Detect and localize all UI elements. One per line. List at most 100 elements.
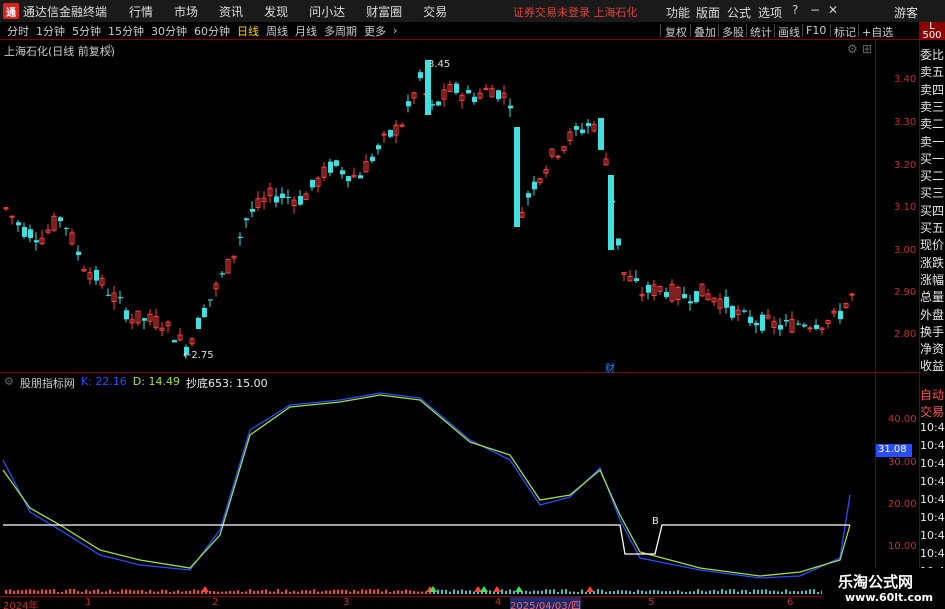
volume-bar — [429, 590, 431, 594]
volume-bar — [597, 589, 599, 594]
draw-line-button[interactable]: 画线 — [778, 24, 800, 40]
volume-bar — [229, 590, 231, 594]
d-line — [2, 394, 851, 577]
menu-options[interactable]: 选项 — [758, 4, 782, 21]
volume-bar — [145, 591, 147, 594]
toolbar-divider — [660, 24, 661, 37]
candle-body — [291, 199, 297, 206]
close-icon[interactable]: ✕ — [828, 3, 838, 17]
volume-bar — [293, 590, 295, 594]
date-tick: 1 — [85, 597, 92, 608]
menu-function[interactable]: 功能 — [666, 4, 690, 21]
volume-bar — [585, 591, 587, 594]
time-label: 10:41 — [920, 475, 945, 488]
chevron-right-icon[interactable]: › — [393, 24, 397, 37]
volume-bar — [57, 591, 59, 594]
volume-bar — [21, 590, 23, 594]
volume-bar — [193, 589, 195, 594]
menu-trade[interactable]: 交易 — [423, 3, 447, 20]
title-bar: 通 通达信金融终端 行情 市场 资讯 发现 问小达 财富圈 交易 — [0, 0, 945, 22]
toolbar-divider — [830, 24, 831, 37]
trade-label[interactable]: 自动 — [920, 386, 945, 403]
volume-bar — [177, 590, 179, 594]
stats-button[interactable]: 统计 — [750, 24, 772, 40]
toolbar-divider — [718, 24, 719, 37]
menu-market[interactable]: 市场 — [174, 3, 198, 20]
candle-body — [459, 94, 465, 101]
volume-bar — [717, 591, 719, 594]
user-label[interactable]: 游客 — [894, 4, 918, 21]
volume-bar — [249, 589, 251, 594]
candle-body — [351, 174, 357, 178]
menu-news[interactable]: 资讯 — [219, 3, 243, 20]
settings-icon[interactable]: ⚙ — [847, 42, 858, 56]
candle-body — [106, 294, 111, 296]
multi-stock-button[interactable]: 多股 — [722, 24, 744, 40]
candle-body — [3, 207, 9, 210]
period-tick[interactable]: 分时 — [7, 23, 29, 39]
volume-bar — [561, 589, 563, 594]
overlay-button[interactable]: 叠加 — [694, 24, 716, 40]
time-label: 10:42 — [920, 511, 945, 524]
quote-label: 现价 — [920, 238, 945, 253]
period-30min[interactable]: 30分钟 — [151, 23, 187, 39]
quote-label: 涨跌 — [920, 255, 945, 270]
volume-bar — [601, 589, 603, 594]
menu-formula[interactable]: 公式 — [727, 4, 751, 21]
zoom-icon[interactable]: ⊞ — [862, 42, 872, 56]
period-5min[interactable]: 5分钟 — [72, 23, 101, 39]
volume-bar — [369, 589, 371, 594]
volume-bar — [221, 591, 223, 594]
period-more[interactable]: 更多 — [364, 23, 386, 39]
candle-body — [598, 118, 604, 150]
f10-button[interactable]: F10 — [806, 24, 826, 37]
volume-bar — [813, 589, 815, 594]
menu-ask[interactable]: 问小达 — [309, 3, 345, 20]
indicator-settings-icon[interactable]: ⚙ — [4, 375, 14, 391]
candle-body — [454, 83, 459, 93]
volume-bar — [541, 590, 543, 594]
volume-bar — [609, 591, 611, 594]
mark-button[interactable]: 标记 — [834, 24, 856, 40]
volume-bar — [441, 589, 443, 594]
volume-bar — [693, 591, 695, 594]
time-label: 10:41 — [920, 439, 945, 452]
period-week[interactable]: 周线 — [266, 23, 288, 39]
volume-bar — [493, 591, 495, 594]
chart-canvas[interactable] — [0, 0, 945, 609]
candle-body — [555, 155, 561, 158]
event-marker[interactable]: 财 — [605, 360, 615, 375]
menu-discover[interactable]: 发现 — [264, 3, 288, 20]
period-15min[interactable]: 15分钟 — [108, 23, 144, 39]
period-month[interactable]: 月线 — [295, 23, 317, 39]
minimize-icon[interactable]: − — [810, 3, 820, 17]
menu-wealth[interactable]: 财富圈 — [366, 3, 402, 20]
candle-body — [423, 93, 429, 96]
l-button[interactable]: L 500 — [919, 22, 945, 41]
quote-label: 涨幅 — [920, 272, 945, 287]
menu-layout[interactable]: 版面 — [696, 4, 720, 21]
help-icon[interactable]: ? — [792, 3, 798, 17]
adjust-button[interactable]: 复权 — [665, 24, 687, 40]
volume-bar — [53, 589, 55, 594]
candle-body — [657, 285, 663, 292]
candle-body — [286, 196, 291, 198]
volume-bar — [417, 591, 419, 594]
trade-label[interactable]: 交易 — [920, 403, 945, 420]
candle-body — [580, 129, 585, 134]
indicator-name: 股朋指标网 — [19, 377, 75, 390]
volume-bar — [629, 591, 631, 594]
volume-bar — [29, 589, 31, 594]
volume-bar — [65, 590, 67, 594]
volume-bar — [653, 589, 655, 594]
period-day[interactable]: 日线 — [237, 23, 259, 39]
period-multi[interactable]: 多周期 — [324, 23, 357, 39]
menu-quotes[interactable]: 行情 — [129, 3, 153, 20]
period-60min[interactable]: 60分钟 — [194, 23, 230, 39]
volume-bar — [665, 591, 667, 594]
quote-label: 卖二 — [920, 117, 945, 132]
add-watchlist-button[interactable]: +自选 — [862, 24, 893, 40]
period-1min[interactable]: 1分钟 — [36, 23, 65, 39]
gear-icon[interactable]: ⚙ — [104, 42, 115, 56]
up-arrow-icon — [493, 586, 501, 592]
